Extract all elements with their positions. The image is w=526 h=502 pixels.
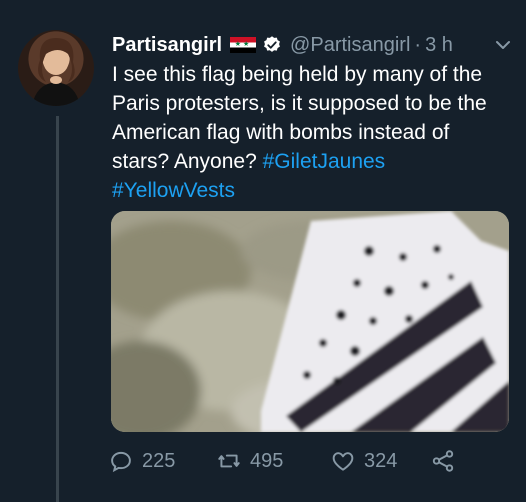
syria-flag-icon: ★★ (230, 37, 257, 53)
avatar[interactable] (18, 30, 94, 106)
tweet-text: I see this flag being held by many of th… (112, 60, 512, 205)
chevron-down-icon[interactable] (494, 36, 512, 54)
tweet-actions: 225 495 324 (108, 448, 508, 478)
thread-line (56, 116, 59, 502)
like-button[interactable]: 324 (330, 448, 397, 474)
avatar-image (32, 38, 80, 106)
separator-dot: · (414, 33, 422, 56)
reply-count: 225 (142, 449, 176, 472)
share-button[interactable] (430, 448, 464, 474)
tweet-header: Partisangirl ★★ @Partisangirl · 3 h (112, 30, 512, 60)
heart-icon (332, 452, 354, 471)
verified-badge-icon (262, 35, 282, 55)
share-icon (432, 450, 454, 472)
hashtag-giletjaunes[interactable]: #GiletJaunes (263, 150, 386, 173)
retweet-button[interactable]: 495 (216, 448, 283, 474)
retweet-icon (218, 454, 240, 468)
like-count: 324 (364, 449, 398, 472)
reply-icon (111, 451, 131, 473)
hashtag-yellowvests[interactable]: #YellowVests (112, 179, 235, 202)
display-name[interactable]: Partisangirl (112, 34, 222, 57)
user-handle[interactable]: @Partisangirl (290, 34, 410, 57)
tweet-media-image[interactable] (111, 211, 509, 432)
retweet-count: 495 (250, 449, 284, 472)
flag-photo (111, 211, 509, 432)
reply-button[interactable]: 225 (108, 448, 175, 474)
tweet-timestamp[interactable]: 3 h (425, 34, 453, 57)
